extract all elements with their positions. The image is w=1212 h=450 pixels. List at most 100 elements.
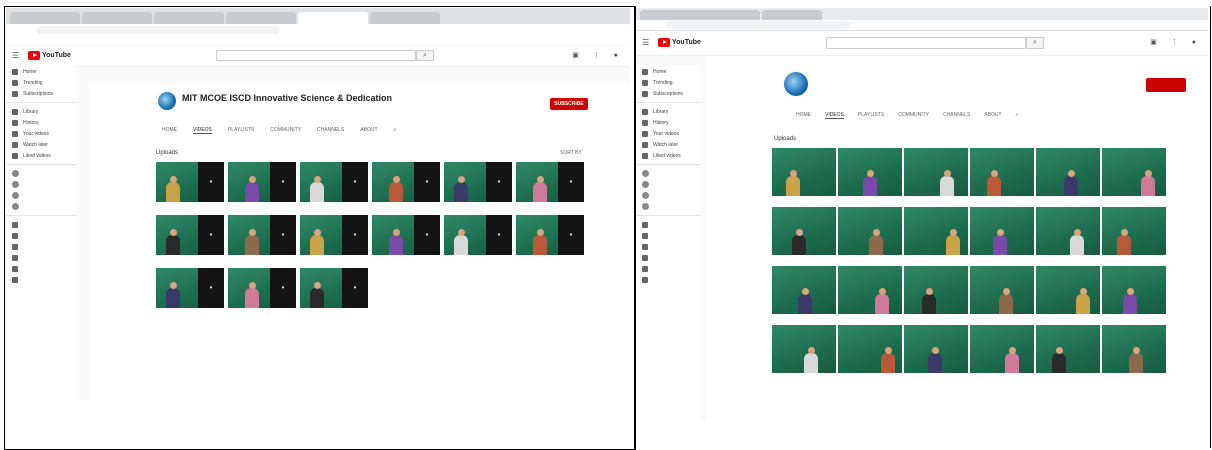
channel-tab[interactable]: HOME bbox=[162, 127, 177, 134]
menu-icon[interactable]: ☰ bbox=[12, 51, 19, 60]
video-thumbnail[interactable]: • bbox=[156, 268, 224, 308]
sidebar-item[interactable]: Watch later bbox=[6, 139, 76, 150]
search-channel-icon[interactable]: ⌕ bbox=[394, 127, 397, 134]
video-thumbnail[interactable] bbox=[1102, 325, 1166, 373]
sidebar-item[interactable] bbox=[636, 274, 700, 285]
browser-tab[interactable] bbox=[82, 12, 152, 24]
video-card[interactable]: • bbox=[300, 162, 368, 205]
video-thumbnail[interactable] bbox=[970, 266, 1034, 314]
sidebar-item[interactable] bbox=[6, 190, 76, 201]
sidebar-item[interactable] bbox=[6, 241, 76, 252]
video-card[interactable]: • bbox=[156, 268, 224, 311]
video-thumbnail[interactable] bbox=[904, 266, 968, 314]
sidebar-item[interactable] bbox=[6, 252, 76, 263]
video-card[interactable]: • bbox=[228, 215, 296, 258]
video-card[interactable]: • bbox=[444, 215, 512, 258]
sidebar-item[interactable]: Trending bbox=[6, 77, 76, 88]
browser-tab[interactable] bbox=[226, 12, 296, 24]
channel-tab[interactable]: COMMUNITY bbox=[898, 112, 929, 119]
video-thumbnail[interactable] bbox=[1036, 207, 1100, 255]
video-thumbnail[interactable]: • bbox=[228, 268, 296, 308]
sidebar-item[interactable] bbox=[636, 201, 700, 212]
video-thumbnail[interactable] bbox=[1036, 266, 1100, 314]
browser-tab[interactable] bbox=[640, 10, 760, 20]
browser-tab[interactable] bbox=[10, 12, 80, 24]
video-thumbnail[interactable]: • bbox=[300, 215, 368, 255]
menu-icon[interactable]: ☰ bbox=[642, 38, 649, 47]
sidebar-item[interactable] bbox=[636, 263, 700, 274]
browser-tab-active[interactable] bbox=[298, 12, 368, 24]
sidebar-item[interactable] bbox=[6, 179, 76, 190]
subscribe-button[interactable] bbox=[1146, 78, 1186, 92]
search-button[interactable]: ⌕ bbox=[416, 50, 434, 61]
video-card[interactable] bbox=[838, 148, 902, 199]
video-card[interactable] bbox=[772, 266, 836, 317]
video-card[interactable] bbox=[904, 148, 968, 199]
sidebar-item[interactable]: Home bbox=[6, 66, 76, 77]
url-field[interactable] bbox=[36, 26, 280, 34]
video-thumbnail[interactable] bbox=[970, 325, 1034, 373]
video-card[interactable] bbox=[1036, 266, 1100, 317]
video-card[interactable] bbox=[904, 266, 968, 317]
video-thumbnail[interactable]: • bbox=[444, 162, 512, 202]
search-button[interactable]: ⌕ bbox=[1026, 37, 1044, 49]
sidebar-item[interactable] bbox=[6, 230, 76, 241]
video-thumbnail[interactable] bbox=[772, 266, 836, 314]
video-thumbnail[interactable] bbox=[1102, 207, 1166, 255]
video-card[interactable] bbox=[838, 207, 902, 258]
video-thumbnail[interactable]: • bbox=[516, 162, 584, 202]
channel-tab[interactable]: ABOUT bbox=[360, 127, 377, 134]
video-thumbnail[interactable]: • bbox=[156, 162, 224, 202]
video-card[interactable] bbox=[772, 207, 836, 258]
search-input[interactable] bbox=[826, 37, 1026, 49]
sidebar-item[interactable]: Liked videos bbox=[6, 150, 76, 161]
channel-tab[interactable]: PLAYLISTS bbox=[228, 127, 254, 134]
video-thumbnail[interactable]: • bbox=[444, 215, 512, 255]
video-card[interactable] bbox=[1036, 207, 1100, 258]
channel-tab[interactable]: VIDEOS bbox=[193, 127, 212, 134]
video-card[interactable]: • bbox=[156, 162, 224, 205]
channel-tab[interactable]: CHANNELS bbox=[943, 112, 970, 119]
sidebar-item[interactable]: Library bbox=[636, 106, 700, 117]
video-thumbnail[interactable] bbox=[838, 148, 902, 196]
video-card[interactable]: • bbox=[372, 162, 440, 205]
sidebar-item[interactable] bbox=[6, 168, 76, 179]
video-card[interactable] bbox=[904, 207, 968, 258]
video-card[interactable] bbox=[1036, 325, 1100, 376]
browser-tab[interactable] bbox=[762, 10, 822, 20]
sidebar-item[interactable]: Subscriptions bbox=[6, 88, 76, 99]
video-card[interactable] bbox=[838, 266, 902, 317]
video-thumbnail[interactable] bbox=[904, 148, 968, 196]
video-thumbnail[interactable] bbox=[772, 148, 836, 196]
youtube-logo[interactable]: YouTube bbox=[658, 38, 701, 47]
sidebar-item[interactable]: Your videos bbox=[6, 128, 76, 139]
video-thumbnail[interactable]: • bbox=[300, 162, 368, 202]
video-thumbnail[interactable]: • bbox=[372, 215, 440, 255]
video-card[interactable] bbox=[1102, 325, 1166, 376]
video-thumbnail[interactable] bbox=[904, 325, 968, 373]
sidebar-item[interactable] bbox=[636, 179, 700, 190]
url-field[interactable] bbox=[666, 21, 850, 29]
video-card[interactable] bbox=[904, 325, 968, 376]
video-thumbnail[interactable] bbox=[1102, 148, 1166, 196]
video-thumbnail[interactable]: • bbox=[228, 162, 296, 202]
video-thumbnail[interactable] bbox=[772, 207, 836, 255]
sort-by-button[interactable]: SORT BY bbox=[560, 150, 582, 156]
sidebar-item[interactable]: Subscriptions bbox=[636, 88, 700, 99]
subscribe-button[interactable]: SUBSCRIBE bbox=[550, 98, 588, 110]
video-thumbnail[interactable] bbox=[838, 266, 902, 314]
sidebar-item[interactable]: Trending bbox=[636, 77, 700, 88]
channel-tab[interactable]: VIDEOS bbox=[825, 112, 844, 119]
video-thumbnail[interactable] bbox=[838, 325, 902, 373]
video-card[interactable] bbox=[1102, 266, 1166, 317]
video-card[interactable]: • bbox=[444, 162, 512, 205]
video-thumbnail[interactable]: • bbox=[372, 162, 440, 202]
channel-tab[interactable]: PLAYLISTS bbox=[858, 112, 884, 119]
video-card[interactable] bbox=[970, 325, 1034, 376]
sidebar-item[interactable]: Watch later bbox=[636, 139, 700, 150]
sidebar-item[interactable] bbox=[636, 241, 700, 252]
sidebar-item[interactable]: History bbox=[636, 117, 700, 128]
sidebar-item[interactable]: Home bbox=[636, 66, 700, 77]
video-card[interactable] bbox=[970, 266, 1034, 317]
sidebar-item[interactable] bbox=[6, 219, 76, 230]
